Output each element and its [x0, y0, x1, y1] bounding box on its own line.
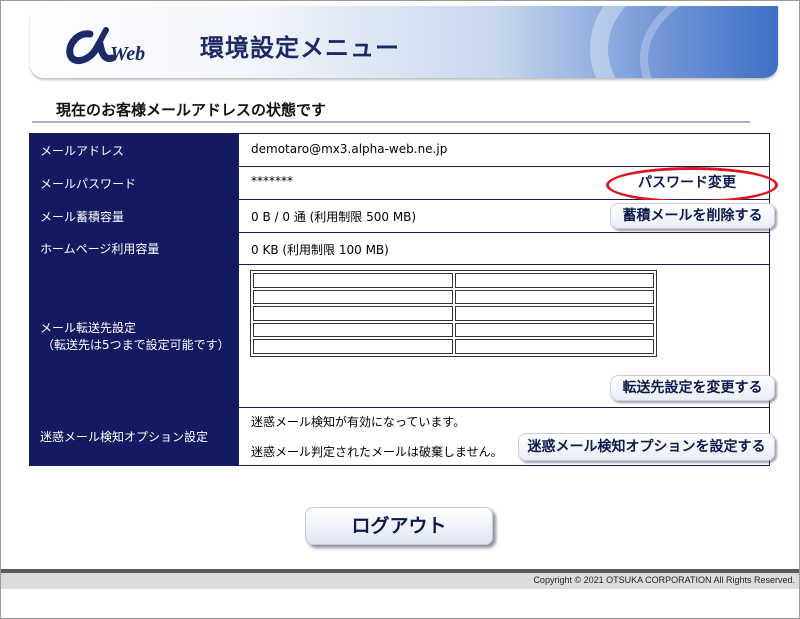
- storage-value-cell: 0 B / 0 通 (利用制限 500 MB) 蓄積メールを削除する: [238, 199, 775, 233]
- forward-label-line1: メール転送先設定: [40, 321, 137, 335]
- forward-address-cell: [454, 273, 654, 288]
- section-title: 現在のお客様メールアドレスの状態です: [56, 101, 327, 119]
- table-row: ホームページ利用容量 0 KB (利用制限 100 MB): [29, 232, 770, 265]
- footer: Copyright © 2021 OTSUKA CORPORATION All …: [1, 573, 799, 589]
- page-title: 環境設定メニュー: [200, 34, 400, 62]
- forward-label: メール転送先設定 （転送先は5つまで設定可能です）: [29, 264, 239, 408]
- forward-address-cell: [253, 306, 453, 321]
- banner-decoration: [640, 6, 778, 78]
- logout-button[interactable]: ログアウト: [305, 507, 493, 545]
- svg-text:Web: Web: [110, 43, 145, 65]
- spam-status-line2: 迷惑メール判定されたメールは破棄しません。: [251, 445, 503, 459]
- table-row: メール蓄積容量 0 B / 0 通 (利用制限 500 MB) 蓄積メールを削除…: [29, 199, 775, 233]
- change-password-button[interactable]: パスワード変更: [617, 171, 757, 195]
- change-forward-settings-button[interactable]: 転送先設定を変更する: [610, 375, 775, 401]
- forward-address-table: [250, 270, 657, 357]
- spam-option-label: 迷惑メール検知オプション設定: [29, 407, 239, 466]
- table-row: メールアドレス demotaro@mx3.alpha-web.ne.jp: [29, 133, 770, 167]
- forward-address-cell: [253, 322, 453, 338]
- forward-address-cell: [253, 289, 453, 305]
- spam-value-cell: 迷惑メール検知が有効になっています。 迷惑メール判定されたメールは破棄しません。…: [238, 407, 775, 466]
- spam-status-line1: 迷惑メール検知が有効になっています。: [251, 415, 466, 429]
- table-row: メールパスワード ******* パスワード変更: [29, 166, 778, 203]
- forward-address-cell: [253, 273, 453, 288]
- homepage-label: ホームページ利用容量: [29, 232, 239, 265]
- account-status-table: メールアドレス demotaro@mx3.alpha-web.ne.jp メール…: [29, 133, 778, 466]
- alpha-web-logo: Web: [66, 27, 145, 65]
- password-label: メールパスワード: [29, 166, 239, 200]
- password-value-cell: ******* パスワード変更: [238, 166, 778, 203]
- storage-label: メール蓄積容量: [29, 199, 239, 233]
- delete-stored-mail-button[interactable]: 蓄積メールを削除する: [610, 203, 775, 229]
- storage-value: 0 B / 0 通 (利用制限 500 MB): [251, 210, 417, 224]
- forward-label-line2: （転送先は5つまで設定可能です）: [42, 338, 230, 352]
- forward-address-cell: [454, 339, 654, 354]
- section-divider: [32, 121, 750, 123]
- email-value-cell: demotaro@mx3.alpha-web.ne.jp: [238, 133, 770, 167]
- forward-address-cell: [454, 306, 654, 321]
- email-label: メールアドレス: [29, 133, 239, 167]
- forward-value-cell: 転送先設定を変更する: [238, 264, 775, 408]
- homepage-value-cell: 0 KB (利用制限 100 MB): [238, 232, 770, 265]
- spam-option-settings-button[interactable]: 迷惑メール検知オプションを設定する: [518, 433, 775, 461]
- forward-address-cell: [454, 322, 654, 338]
- forward-address-cell: [454, 289, 654, 305]
- copyright-text: Copyright © 2021 OTSUKA CORPORATION All …: [533, 575, 795, 585]
- header-banner: Web 環境設定メニュー: [30, 6, 778, 78]
- table-row: メール転送先設定 （転送先は5つまで設定可能です） 転送先設定を変更する: [29, 264, 775, 408]
- table-row: 迷惑メール検知オプション設定 迷惑メール検知が有効になっています。 迷惑メール判…: [29, 407, 775, 466]
- email-value: demotaro@mx3.alpha-web.ne.jp: [251, 142, 448, 156]
- homepage-value: 0 KB (利用制限 100 MB): [251, 243, 389, 257]
- forward-address-cell: [253, 339, 453, 354]
- password-value: *******: [251, 174, 293, 188]
